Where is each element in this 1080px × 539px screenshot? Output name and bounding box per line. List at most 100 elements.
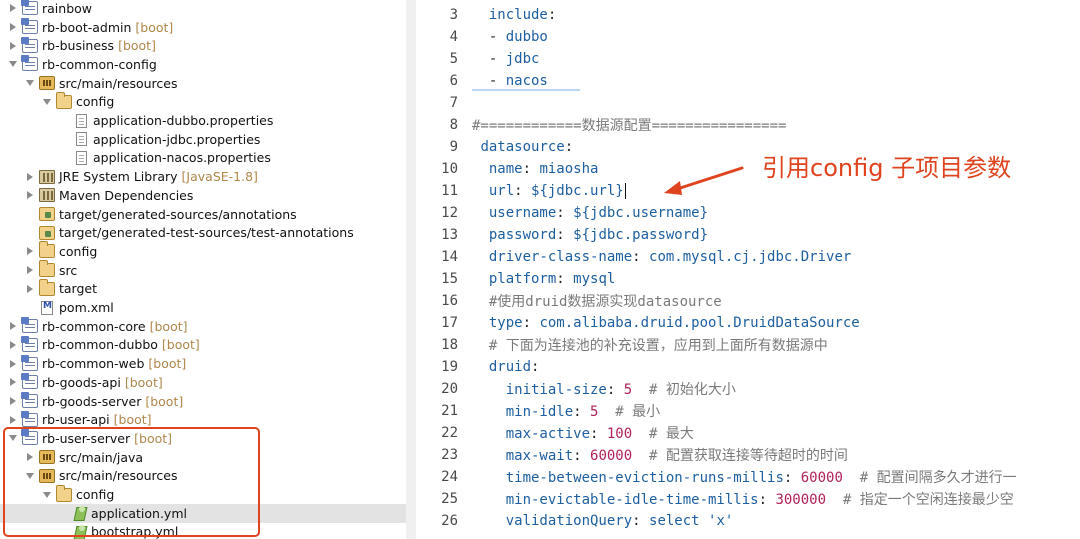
text-cursor <box>624 183 627 199</box>
tree-item[interactable]: target <box>0 278 406 299</box>
project-icon <box>21 55 38 72</box>
collapsed-arrow-icon[interactable] <box>7 358 19 370</box>
code-line[interactable]: 23 max-wait: 60000 # 配置获取连接等待超时的时间 <box>416 444 1080 466</box>
code-line[interactable]: 20 initial-size: 5 # 初始化大小 <box>416 378 1080 400</box>
tree-item[interactable]: rb-boot-admin [boot] <box>0 18 406 37</box>
collapsed-arrow-icon[interactable] <box>7 376 19 388</box>
collapsed-arrow-icon[interactable] <box>24 283 36 295</box>
line-number: 25 <box>441 491 458 507</box>
panel-divider[interactable] <box>406 0 416 539</box>
tree-item[interactable]: target/generated-sources/annotations <box>0 205 406 224</box>
collapsed-arrow-icon[interactable] <box>7 339 19 351</box>
code-text: - dubbo <box>472 29 548 45</box>
project-icon <box>21 392 38 409</box>
code-line[interactable]: 14 driver-class-name: com.mysql.cj.jdbc.… <box>416 246 1080 268</box>
code-line[interactable]: 17 type: com.alibaba.druid.pool.DruidDat… <box>416 312 1080 334</box>
tree-item[interactable]: config <box>0 241 406 261</box>
tree-item[interactable]: target/generated-test-sources/test-annot… <box>0 223 406 242</box>
project-icon <box>21 335 38 352</box>
code-token: : <box>783 470 801 486</box>
code-text: username: ${jdbc.username} <box>472 205 708 221</box>
code-editor[interactable]: 3 include: 4 - dubbo 5 - jdbc 6 - nacos 7 8 #=… <box>416 0 1080 539</box>
tree-item-label: rb-common-web <box>42 356 145 372</box>
tree-item[interactable]: rb-common-web [boot] <box>0 354 406 373</box>
tree-item-label: rainbow <box>42 0 92 16</box>
code-text: time-between-eviction-runs-millis: 60000… <box>472 467 1017 487</box>
tree-item-label: src <box>59 262 78 278</box>
tree-item-label: rb-common-core <box>42 318 146 334</box>
code-token: # 下面为连接池的补充设置，应用到上面所有数据源中 <box>472 338 828 354</box>
tree-item-label: config <box>59 243 98 259</box>
tree-item-label: rb-boot-admin <box>42 19 132 35</box>
collapsed-arrow-icon[interactable] <box>7 40 19 52</box>
line-number: 5 <box>449 51 458 67</box>
line-number: 13 <box>441 227 458 243</box>
code-line[interactable]: 21 min-idle: 5 # 最小 <box>416 400 1080 422</box>
collapsed-arrow-icon[interactable] <box>24 189 36 201</box>
tree-item[interactable]: application-dubbo.properties <box>0 111 406 130</box>
tree-item-tag: [boot] <box>118 38 156 54</box>
collapsed-arrow-icon[interactable] <box>7 395 19 407</box>
library-icon <box>39 169 55 184</box>
collapsed-arrow-icon[interactable] <box>7 320 19 332</box>
code-token: : <box>522 315 540 331</box>
code-line[interactable]: 24 time-between-eviction-runs-millis: 60… <box>416 466 1080 488</box>
tree-item[interactable]: rb-common-dubbo [boot] <box>0 335 406 355</box>
expanded-arrow-icon[interactable] <box>7 58 19 70</box>
tree-item[interactable]: src/main/resources <box>0 74 406 93</box>
tree-item-tag: [boot] <box>149 318 188 334</box>
expanded-arrow-icon[interactable] <box>41 96 53 108</box>
folder-icon <box>39 278 55 296</box>
code-line[interactable]: 8 #============数据源配置================ <box>416 114 1080 136</box>
tree-item[interactable]: rb-business [boot] <box>0 36 406 55</box>
tree-item[interactable]: rainbow <box>0 0 406 18</box>
code-token: : <box>632 249 650 265</box>
code-text: - nacos <box>472 73 548 89</box>
tree-item[interactable]: rb-common-core [boot] <box>0 317 406 336</box>
code-token: # 最大 <box>632 426 694 442</box>
code-line[interactable]: 12 username: ${jdbc.username} <box>416 202 1080 224</box>
code-token: platform <box>488 271 557 287</box>
code-line[interactable]: 7 <box>416 92 1080 114</box>
code-token: ${jdbc.username} <box>573 205 709 221</box>
tree-item[interactable]: application-jdbc.properties <box>0 130 406 149</box>
tree-item[interactable]: rb-goods-server [boot] <box>0 392 406 411</box>
code-token: name <box>488 161 523 177</box>
code-line[interactable]: 16 #使用druid数据源实现datasource <box>416 290 1080 312</box>
code-token: 300000 <box>775 492 827 508</box>
code-line[interactable]: 13 password: ${jdbc.password} <box>416 224 1080 246</box>
tree-item[interactable]: Maven Dependencies <box>0 186 406 205</box>
code-token: # 配置获取连接等待超时的时间 <box>632 448 848 464</box>
code-token: # 指定一个空闲连接最少空 <box>826 492 1014 508</box>
code-text: max-wait: 60000 # 配置获取连接等待超时的时间 <box>472 445 848 465</box>
collapsed-arrow-icon[interactable] <box>24 264 36 276</box>
code-line[interactable]: 26 validationQuery: select 'x' <box>416 510 1080 532</box>
code-line[interactable]: 25 min-evictable-idle-time-millis: 30000… <box>416 488 1080 510</box>
tree-item[interactable]: pom.xml <box>0 298 406 317</box>
code-line[interactable]: 15 platform: mysql <box>416 268 1080 290</box>
tree-item-label: rb-goods-api <box>42 374 121 390</box>
expanded-arrow-icon[interactable] <box>24 77 36 89</box>
tree-item[interactable]: config <box>0 91 406 112</box>
code-text: min-idle: 5 # 最小 <box>472 401 660 421</box>
code-line[interactable]: 19 druid: <box>416 356 1080 378</box>
tree-item[interactable]: rb-goods-api [boot] <box>0 373 406 392</box>
code-token: : <box>590 426 607 442</box>
collapsed-arrow-icon[interactable] <box>7 2 19 14</box>
collapsed-arrow-icon[interactable] <box>24 245 36 257</box>
tree-item[interactable]: src <box>0 260 406 280</box>
collapsed-arrow-icon[interactable] <box>7 414 19 426</box>
code-line[interactable]: 18 # 下面为连接池的补充设置，应用到上面所有数据源中 <box>416 334 1080 356</box>
code-token: url <box>488 183 515 199</box>
tree-item[interactable]: application-nacos.properties <box>0 149 406 168</box>
code-line[interactable]: 5 - jdbc <box>416 48 1080 70</box>
tree-item[interactable]: JRE System Library [JavaSE-1.8] <box>0 167 406 186</box>
collapsed-arrow-icon[interactable] <box>7 21 19 33</box>
code-text: max-active: 100 # 最大 <box>472 423 694 443</box>
tree-item[interactable]: rb-common-config <box>0 55 406 74</box>
code-line[interactable]: 3 include: <box>416 4 1080 26</box>
collapsed-arrow-icon[interactable] <box>24 171 36 183</box>
code-line[interactable]: 4 - dubbo <box>416 26 1080 48</box>
code-line[interactable]: 22 max-active: 100 # 最大 <box>416 422 1080 444</box>
